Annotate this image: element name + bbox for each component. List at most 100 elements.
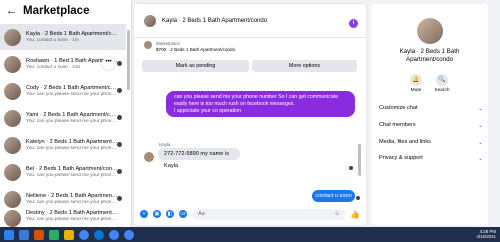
mark-as-pending-button[interactable]: Mark as pending xyxy=(142,60,249,72)
section-label: Privacy & support xyxy=(379,155,423,161)
conversation-item[interactable]: Bel · 2 Beds 1 Bath Apartment/condo You:… xyxy=(0,159,126,185)
chevron-down-icon: ⌄ xyxy=(477,140,483,146)
conversation-list-panel: ← Marketplace Kayla · 2 Beds 1 Bath Apar… xyxy=(0,0,132,227)
emoji-icon[interactable]: ☺ xyxy=(334,209,340,220)
mute-button[interactable]: 🔔 Mute xyxy=(405,74,427,93)
avatar xyxy=(4,136,21,154)
section-privacy-support[interactable]: Privacy & support ⌄ xyxy=(379,155,483,162)
contact-name: Kayla · 2 Beds 1 Bath Apartment/condo xyxy=(371,48,488,64)
chat-window: Kayla · 2 Beds 1 Bath Apartment/condo i … xyxy=(134,4,366,225)
conversation-preview: You: can you please send me your phone …… xyxy=(26,119,118,124)
section-customize-chat[interactable]: Customize chat ⌄ xyxy=(379,105,483,112)
browser-icon[interactable] xyxy=(94,229,104,240)
outgoing-message: can you please send me your phone number… xyxy=(166,91,355,117)
seen-indicator-icon xyxy=(117,142,122,147)
avatar xyxy=(4,82,21,100)
chrome-icon[interactable] xyxy=(109,229,119,240)
conversation-item[interactable]: Destiny · 2 Beds 1 Bath Apartment/condo … xyxy=(0,210,126,227)
contact-name-line: Kayla · 2 Beds 1 Bath xyxy=(399,48,460,55)
conversation-name: Katelyn · 2 Beds 1 Bath Apartment/condo xyxy=(26,139,118,145)
avatar xyxy=(417,18,443,44)
info-icon[interactable]: i xyxy=(349,19,358,28)
conversation-name: Nelliene · 2 Beds 1 Bath Apartment/condo xyxy=(26,193,118,199)
more-options-icon[interactable]: ••• xyxy=(102,57,115,70)
avatar xyxy=(144,152,154,162)
sender-name: Kayla xyxy=(159,142,171,147)
conversation-item[interactable]: Nelliene · 2 Beds 1 Bath Apartment/condo… xyxy=(0,186,126,212)
chat-header: Kayla · 2 Beds 1 Bath Apartment/condo xyxy=(134,4,366,38)
folder-icon[interactable] xyxy=(64,229,74,240)
seen-indicator-icon xyxy=(117,115,122,120)
avatar xyxy=(4,28,21,46)
listing-thumbnail xyxy=(144,41,152,49)
start-icon[interactable] xyxy=(4,229,14,240)
conversation-item[interactable]: Kayla · 2 Beds 1 Bath Apartment/condo Yo… xyxy=(0,24,126,50)
section-label: Customize chat xyxy=(379,105,418,111)
section-media-files-links[interactable]: Media, files and links ⌄ xyxy=(379,139,483,146)
conversation-item[interactable]: Katelyn · 2 Beds 1 Bath Apartment/condo … xyxy=(0,132,126,158)
outgoing-message: contact u soon xyxy=(312,190,355,202)
chrome-icon[interactable] xyxy=(124,229,134,240)
photo-icon[interactable]: ▣ xyxy=(153,210,161,218)
gif-icon[interactable]: GIF xyxy=(179,210,187,218)
seen-indicator-icon xyxy=(117,61,122,66)
avatar xyxy=(4,190,21,208)
back-arrow-icon[interactable]: ← xyxy=(6,5,17,17)
message-line: I appriciate your co operation xyxy=(174,108,241,114)
conversation-preview: You: can you please send me your phone …… xyxy=(26,173,118,178)
taskbar: 4:28 PM 4/15/2021 xyxy=(0,227,500,242)
search-button[interactable]: 🔍 Search xyxy=(431,74,453,93)
marketplace-header: ← Marketplace xyxy=(0,0,131,22)
section-label: Media, files and links xyxy=(379,139,431,145)
search-label: Search xyxy=(434,88,450,93)
message-composer: + ▣ ◧ GIF Aa ☺ 👍 xyxy=(140,208,360,220)
message-input-placeholder: Aa xyxy=(198,210,205,217)
listing-price: $700 · 2 Beds 1 Bath Apartment/condo xyxy=(156,47,236,52)
avatar xyxy=(4,210,21,227)
conversation-item[interactable]: Cody · 2 Beds 1 Bath Apartment/condo You… xyxy=(0,78,126,104)
powerpoint-icon[interactable] xyxy=(34,229,44,240)
conversation-name: Destiny · 2 Beds 1 Bath Apartment/condo xyxy=(26,210,118,216)
add-icon[interactable]: + xyxy=(140,210,148,218)
avatar xyxy=(4,163,21,181)
conversation-info-panel: Kayla · 2 Beds 1 Bath Apartment/condo 🔔 … xyxy=(371,4,488,225)
section-label: Chat members xyxy=(379,122,416,128)
seen-indicator-icon xyxy=(117,169,122,174)
chat-title[interactable]: Kayla · 2 Beds 1 Bath Apartment/condo xyxy=(162,18,267,24)
listing-summary[interactable]: Marketplace $700 · 2 Beds 1 Bath Apartme… xyxy=(144,41,235,52)
chrome-icon[interactable] xyxy=(79,229,89,240)
chevron-down-icon: ⌄ xyxy=(477,106,483,112)
avatar xyxy=(144,14,156,27)
conversation-preview: You: contact u soon · 1m xyxy=(26,38,79,43)
like-icon[interactable]: 👍 xyxy=(350,210,360,219)
conversation-name: Bel · 2 Beds 1 Bath Apartment/condo xyxy=(26,166,118,172)
seen-indicator-icon xyxy=(117,88,122,93)
conversation-list-scrollbar[interactable] xyxy=(127,24,131,194)
message-input[interactable]: Aa ☺ xyxy=(192,208,346,220)
avatar xyxy=(4,109,21,127)
conversation-preview: You: can you please send me your phone …… xyxy=(26,217,118,222)
listing-kind: Marketplace xyxy=(156,41,180,46)
conversation-preview: You: can you please send me your phone …… xyxy=(26,200,118,205)
conversation-preview: You: can you please send me your phone …… xyxy=(26,92,118,97)
incoming-message: 272-772-5890 my name is Kayla xyxy=(158,148,240,169)
clock-date: 4/15/2021 xyxy=(476,234,496,239)
message-line: can you please send me your phone number… xyxy=(174,94,339,100)
seen-indicator-icon xyxy=(117,196,122,201)
mute-label: Mute xyxy=(410,88,422,93)
more-options-button[interactable]: More options xyxy=(252,60,357,72)
bell-icon: 🔔 xyxy=(410,74,422,86)
avatar xyxy=(4,55,21,73)
section-chat-members[interactable]: Chat members ⌄ xyxy=(379,122,483,129)
excel-icon[interactable] xyxy=(49,229,59,240)
contact-name-line: Apartment/condo xyxy=(405,56,454,63)
conversation-name: Kayla · 2 Beds 1 Bath Apartment/condo xyxy=(26,31,118,37)
word-icon[interactable] xyxy=(19,229,29,240)
conversation-preview: You: can you please send me your phone …… xyxy=(26,146,118,151)
chat-scrollbar[interactable] xyxy=(358,74,362,209)
conversation-item[interactable]: Roshawn · 1 Bed 1 Bath Apartment/condo Y… xyxy=(0,51,126,77)
clock[interactable]: 4:28 PM 4/15/2021 xyxy=(476,229,496,239)
conversation-item[interactable]: Yami · 2 Beds 1 Bath Apartment/condo You… xyxy=(0,105,126,131)
message-line: easily here is too much rush on facebook… xyxy=(174,101,295,107)
sticker-icon[interactable]: ◧ xyxy=(166,210,174,218)
